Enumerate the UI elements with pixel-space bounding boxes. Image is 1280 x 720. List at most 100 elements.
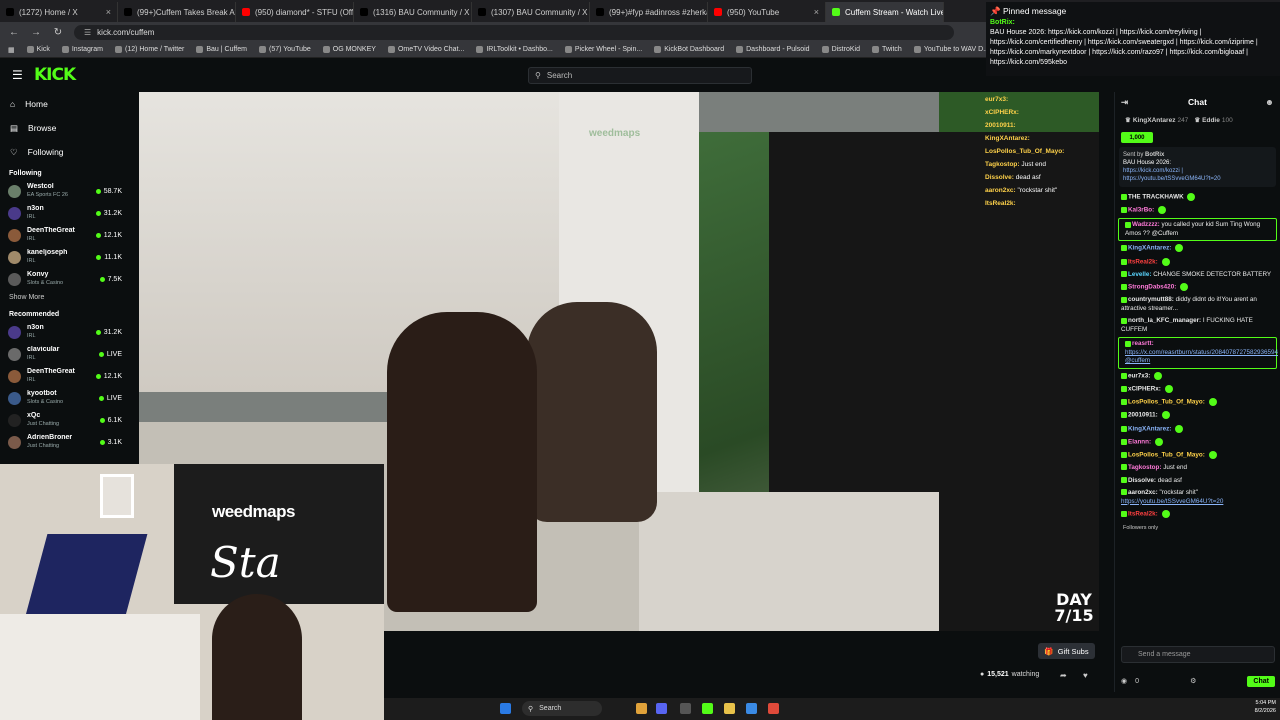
apps-icon[interactable]: ▦ (8, 46, 15, 54)
points-icon[interactable]: ◉ (1121, 677, 1127, 685)
chrome-icon[interactable] (636, 703, 647, 714)
chat-username[interactable]: Elannn: (1128, 438, 1151, 445)
bookmark-item[interactable]: (57) YouTube (258, 46, 311, 53)
chat-username[interactable]: KingXAntarez: (1128, 425, 1171, 432)
chat-username[interactable]: LosPollos_Tub_Of_Mayo: (1128, 452, 1205, 459)
url-input[interactable]: ☰ kick.com/cuffem (74, 24, 954, 40)
chat-username[interactable]: aaron2xc: (1128, 489, 1158, 496)
site-info-icon[interactable]: ☰ (84, 28, 91, 37)
browser-tab[interactable]: (99+)#fyp #adinross #zherka #× (590, 2, 708, 22)
sidebar-nav-following[interactable]: ♡ Following (0, 140, 128, 164)
tab-close-icon[interactable]: × (814, 7, 819, 17)
sidebar-channel[interactable]: n3on IRL 31.2K (0, 202, 128, 224)
bookmark-item[interactable]: OG MONKEY (322, 46, 376, 53)
gift-subs-button[interactable]: 🎁 Gift Subs (1038, 643, 1095, 659)
chat-username[interactable]: Levelle: (1128, 271, 1151, 278)
chat-username[interactable]: LosPollos_Tub_Of_Mayo: (1128, 399, 1205, 406)
top-gifter[interactable]: ♛ KingXAntarez 247 (1125, 116, 1188, 125)
chat-username[interactable]: StrongDabs420: (1128, 284, 1176, 291)
sidebar-channel[interactable]: Westcol EA Sports FC 26 58.7K (0, 180, 128, 202)
taskbar-clock[interactable]: 5:04 PM 8/2/2026 (1240, 699, 1276, 715)
browser-icon[interactable] (768, 703, 779, 714)
start-icon[interactable] (500, 703, 511, 714)
bookmark-item[interactable]: Picker Wheel - Spin... (564, 46, 642, 53)
back-icon[interactable]: ← (8, 27, 20, 38)
search-input[interactable]: ⚲ Search (528, 67, 752, 84)
sidebar-channel[interactable]: Konvy Slots & Casino 7.5K (0, 268, 128, 290)
follow-icon[interactable]: ♥ (1083, 671, 1088, 680)
forward-icon[interactable]: → (30, 27, 42, 38)
browser-tab[interactable]: (1307) BAU Community / X× (472, 2, 590, 22)
pinned-extra-link[interactable]: https://youtu.be/tSSvveGM64U?t=20 (1123, 175, 1272, 183)
bookmark-item[interactable]: KickBot Dashboard (654, 46, 724, 53)
badge-icon (1121, 399, 1127, 406)
sidebar-channel[interactable]: n3on IRL 31.2K (0, 321, 128, 343)
chat-input[interactable]: Send a message (1121, 646, 1275, 663)
sidebar-channel[interactable]: xQc Just Chatting 6.1K (0, 409, 128, 431)
bookmark-item[interactable]: OmeTV Video Chat... (387, 46, 464, 53)
chat-username[interactable]: Dissolve: (1128, 477, 1156, 484)
sidebar-channel[interactable]: DeenTheGreat IRL 12.1K (0, 365, 128, 387)
bookmark-item[interactable]: Dashboard - Pulsoid (736, 46, 810, 53)
browser-tab[interactable]: (1316) BAU Community / X× (354, 2, 472, 22)
browser-tab[interactable]: (1272) Home / X × (0, 2, 118, 22)
menu-icon[interactable]: ☰ (12, 68, 23, 82)
kick-app-icon[interactable] (702, 703, 713, 714)
pinned-link[interactable]: https://kick.com/kozzi | (1123, 167, 1272, 175)
chat-username[interactable]: north_la_KFC_manager: (1128, 317, 1201, 324)
chat-username[interactable]: KingXAntarez: (1128, 245, 1171, 252)
app-icon[interactable] (680, 703, 691, 714)
sidebar-channel[interactable]: AdrienBroner Just Chatting 3.1K (0, 431, 128, 453)
browser-tab[interactable]: Cuffem Stream - Watch Live on× (826, 2, 944, 22)
bookmark-item[interactable]: DistroKid (821, 46, 860, 53)
browser-tab[interactable]: (950) YouTube × (708, 2, 826, 22)
chat-username[interactable]: countrymutt88: (1128, 296, 1174, 303)
sidebar-channel[interactable]: kaneljoseph IRL 11.1K (0, 246, 128, 268)
taskbar-search[interactable]: ⚲ Search (522, 701, 602, 716)
bookmark-item[interactable]: (12) Home / Twitter (114, 46, 184, 53)
sidebar-nav-home[interactable]: ⌂ Home (0, 92, 128, 116)
chat-username[interactable]: Tagkostop: (1128, 464, 1161, 471)
goal-badge[interactable]: 1,000 (1121, 132, 1153, 143)
chat-username[interactable]: Kal3rBo: (1128, 207, 1154, 214)
share-icon[interactable]: ➦ (1060, 671, 1067, 680)
sidebar-channel[interactable]: DeenTheGreat IRL 12.1K (0, 224, 128, 246)
chat-username[interactable]: 20010911: (1128, 412, 1158, 419)
chat-link[interactable]: https://x.com/reasrtburn/status/20840787… (1125, 349, 1278, 365)
chat-username[interactable]: Wadzzzz: (1132, 221, 1160, 228)
browser-tab[interactable]: (99+)Cuffem Takes Break After× (118, 2, 236, 22)
users-icon[interactable]: ☻ (1265, 97, 1274, 107)
settings-icon[interactable]: ⚙ (1190, 677, 1196, 685)
top-gifter[interactable]: ♛ Eddie 100 (1194, 116, 1232, 125)
chat-username[interactable]: ItsReal2k: (1128, 511, 1158, 518)
chat-username[interactable]: xCIPHERx: (1128, 386, 1161, 393)
tab-favicon-icon (478, 8, 486, 16)
show-more-link[interactable]: Show More (0, 290, 128, 305)
browser-tab[interactable]: (950) diamond* - STFU (Official× (236, 2, 354, 22)
chat-link[interactable]: https://youtu.be/tSSvveGM64U?t=20 (1121, 498, 1223, 505)
chat-username[interactable]: reasrtt: (1132, 340, 1154, 347)
bookmark-item[interactable]: Kick (26, 46, 50, 53)
collapse-chat-icon[interactable]: ⇥ (1121, 97, 1128, 108)
chat-pinned-message[interactable]: Sent by BotRix BAU House 2026: https://k… (1119, 147, 1276, 187)
bookmark-item[interactable]: Twitch (871, 46, 902, 53)
discord-icon[interactable] (656, 703, 667, 714)
sidebar-channel[interactable]: clavicular IRL LIVE (0, 343, 128, 365)
bookmark-item[interactable]: IRLToolkit • Dashbo... (476, 46, 553, 53)
tab-close-icon[interactable]: × (106, 7, 111, 17)
viewer-count-text: LIVE (106, 350, 122, 358)
sidebar-nav-browse[interactable]: ▤ Browse (0, 116, 128, 140)
bookmark-item[interactable]: YouTube to WAV D... (913, 46, 989, 53)
chat-username[interactable]: ItsReal2k: (1128, 258, 1158, 265)
avatar (8, 347, 21, 361)
reload-icon[interactable]: ↻ (52, 27, 64, 38)
chat-send-button[interactable]: Chat (1247, 675, 1275, 687)
folder-icon[interactable] (724, 703, 735, 714)
chat-username[interactable]: eur7x3: (1128, 373, 1150, 380)
bookmark-item[interactable]: Instagram (61, 46, 103, 53)
sidebar-channel[interactable]: kyootbot Slots & Casino LIVE (0, 387, 128, 409)
store-icon[interactable] (746, 703, 757, 714)
kick-logo[interactable]: KICK (34, 65, 76, 85)
chat-username[interactable]: THE TRACKHAWK (1128, 194, 1184, 201)
bookmark-item[interactable]: Bau | Cuffem (196, 46, 247, 53)
